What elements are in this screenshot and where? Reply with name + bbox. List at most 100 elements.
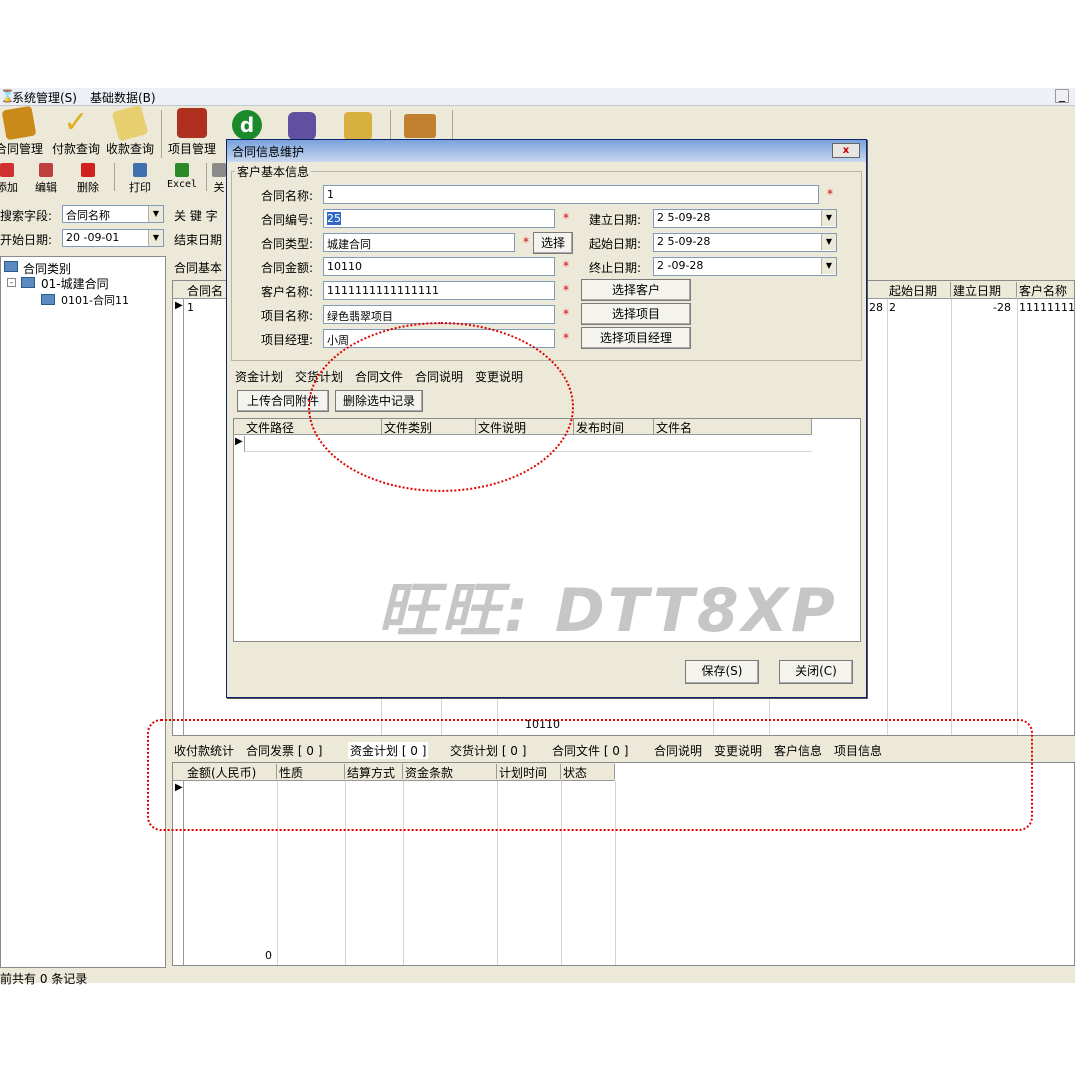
created-date-select[interactable]: 2 5-09-28 ▼ [653,209,837,228]
keyword-label: 关 键 字 [174,209,218,223]
project-label: 项目名称: [260,309,313,323]
print-button[interactable]: 打印 [126,162,154,194]
group-title: 客户基本信息 [235,163,312,180]
project-icon [177,108,207,138]
search-field-select[interactable]: 合同名称 ▼ [62,205,164,223]
tb-label: 编辑 [35,181,57,194]
dialog-title: 合同信息维护 [227,140,866,162]
end-date-select[interactable]: 2 -09-28 ▼ [653,257,837,276]
menu-system[interactable]: 系统管理(S) [12,89,77,106]
delete-button[interactable]: 删除 [74,162,102,194]
end-label: 终止日期: [588,261,641,275]
toolbar-separator [161,110,162,158]
tb-label: 项目管理 [167,142,216,156]
tab-fund-plan[interactable]: 资金计划 [235,368,283,385]
fund-grid-total: 0 [265,949,272,962]
tb-label: 收款查询 [105,142,154,156]
name-label: 合同名称: [260,189,313,203]
col-publish-time: 发布时间 [574,419,654,435]
printer-icon[interactable] [404,114,436,138]
chevron-down-icon[interactable]: ▼ [821,234,836,250]
row-cell: 1 [187,301,194,314]
start-date-select[interactable]: 20 -09-01 ▼ [62,229,164,247]
contract-icon [1,105,37,141]
toolbar-separator [452,110,453,140]
toolbar-separator [114,163,115,191]
select-customer-button[interactable]: 选择客户 [581,279,691,301]
amount-label: 合同金额: [260,261,313,275]
required-star: * [563,307,569,321]
required-star: * [563,331,569,345]
col-file-name: 文件名 [654,419,812,435]
green-d-icon[interactable]: d [232,110,262,140]
edit-button[interactable]: 编辑 [32,162,60,194]
select-manager-button[interactable]: 选择项目经理 [581,327,691,349]
code-label: 合同编号: [260,213,313,227]
required-star: * [563,211,569,225]
excel-icon [175,163,189,177]
tree-node-city-contract[interactable]: 01-城建合同 [41,275,109,292]
highlight-ellipse [308,322,574,492]
tree-expand-icon[interactable]: - [7,278,16,287]
end-date-label: 结束日期 [174,233,223,247]
tb-project-manage[interactable]: 项目管理 [166,108,218,160]
toolbar-separator [390,110,391,140]
tb-label: 打印 [129,181,151,194]
check-icon: ✓ [63,105,89,140]
minimize-button[interactable]: _ [1055,89,1069,103]
close-button[interactable]: 关闭(C) [779,660,853,684]
created-label: 建立日期: [588,213,641,227]
people-icon[interactable] [288,112,316,140]
tb-label: 添加 [0,181,18,194]
print-icon [133,163,147,177]
excel-button[interactable]: Excel [166,162,198,192]
category-tree: 合同类别 - 01-城建合同 0101-合同11 [0,256,166,968]
required-star: * [523,235,529,249]
tree-folder-icon [4,261,18,272]
tb-receipt-query[interactable]: 收款查询 [104,104,156,160]
chevron-down-icon[interactable]: ▼ [821,210,836,226]
search-field-label: 搜索字段: [0,209,53,223]
chevron-down-icon[interactable]: ▼ [821,258,836,274]
main-tab[interactable]: 合同基本 [174,259,222,276]
start-date-select[interactable]: 2 5-09-28 ▼ [653,233,837,252]
row-indicator-icon: ▶ [175,300,183,311]
tb-label: 合同管理 [0,142,43,156]
delete-icon [81,163,95,177]
save-button[interactable]: 保存(S) [685,660,759,684]
chevron-down-icon[interactable]: ▼ [148,230,163,246]
contract-name-input[interactable]: 1 [323,185,819,204]
start-date-label: 开始日期: [0,233,53,247]
tb-label: 付款查询 [51,142,100,156]
start-date-value: 2 5-09-28 [657,235,711,248]
customer-name-input[interactable]: 1111111111111111 [323,281,555,300]
exit-button[interactable]: 关 [212,162,226,194]
tb-payment-query[interactable]: ✓ 付款查询 [50,108,102,160]
envelope-icon [111,104,149,142]
contract-amount-input[interactable]: 10110 [323,257,555,276]
menu-basic-data[interactable]: 基础数据(B) [90,89,156,106]
row-indicator-icon: ▶ [235,436,243,447]
manager-label: 项目经理: [260,333,313,347]
end-date-value: 2 -09-28 [657,259,704,272]
select-type-button[interactable]: 选择 [533,232,573,254]
required-star: * [827,187,833,201]
tb-label: 关 [213,181,225,194]
row-cell: 28 [869,301,883,314]
row-cell: 11111111111 [1019,301,1075,314]
created-date-value: 2 5-09-28 [657,211,711,224]
tree-folder-icon [41,294,55,305]
add-icon [0,163,14,177]
contract-type-input[interactable]: 城建合同 [323,233,515,252]
close-icon[interactable]: x [832,143,860,158]
tree-node-contract11[interactable]: 0101-合同11 [61,292,129,308]
col-customer-name: 客户名称 [1017,282,1075,298]
select-project-button[interactable]: 选择项目 [581,303,691,325]
exit-icon [212,163,226,177]
add-button[interactable]: 添加 [0,162,20,194]
chevron-down-icon[interactable]: ▼ [148,206,163,222]
clock-icon[interactable] [344,112,372,140]
contract-code-input[interactable]: 25 [323,209,555,228]
tb-contract-manage[interactable]: 合同管理 [0,105,44,160]
start-date-value: 20 -09-01 [66,231,120,244]
